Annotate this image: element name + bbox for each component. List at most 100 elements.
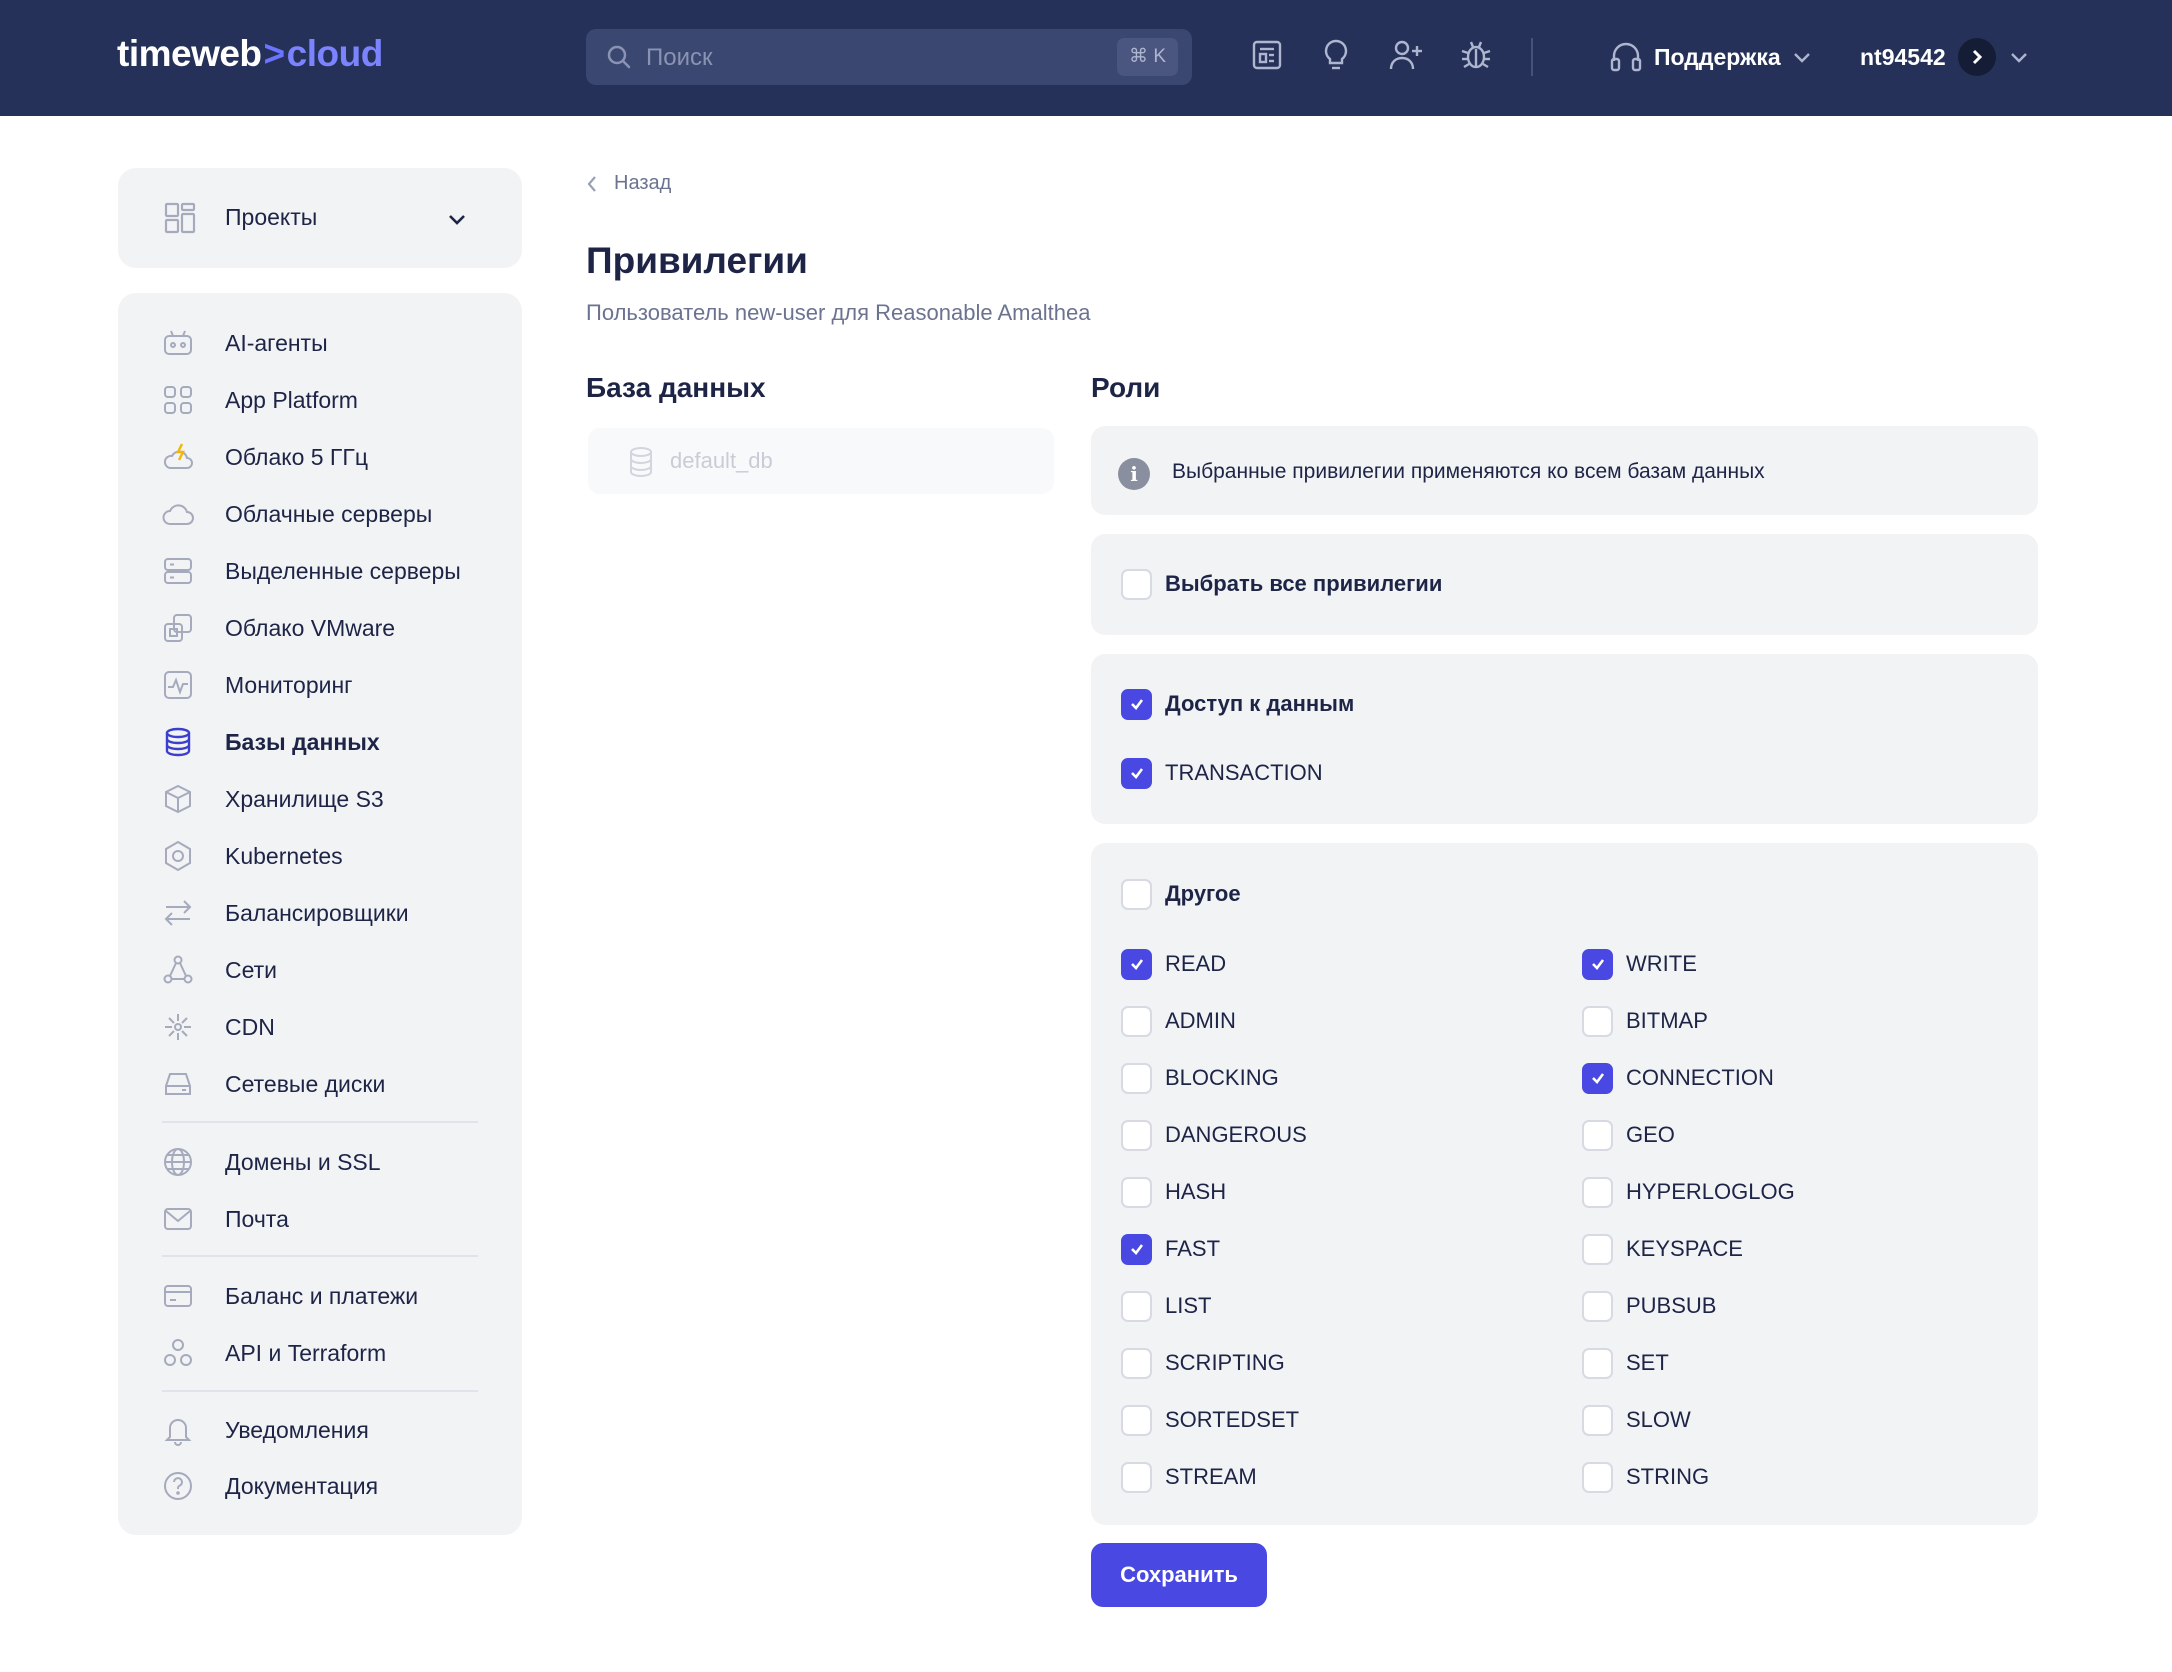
checkbox-box[interactable] [1121, 1005, 1152, 1037]
checkbox-box[interactable] [1121, 1347, 1152, 1379]
kubernetes-icon [162, 840, 194, 872]
role-checkbox-dangerous[interactable]: DANGEROUS [1121, 1118, 1307, 1152]
chevron-down-icon [1793, 53, 1810, 63]
checkbox-box[interactable] [1582, 948, 1613, 980]
role-checkbox-pubsub[interactable]: PUBSUB [1582, 1289, 1716, 1323]
role-checkbox-fast[interactable]: FAST [1121, 1232, 1220, 1266]
checkbox-box[interactable] [1121, 688, 1152, 720]
projects-dropdown[interactable]: Проекты [118, 168, 522, 268]
role-checkbox-read[interactable]: READ [1121, 947, 1226, 981]
sidebar-item-kubernetes[interactable]: Kubernetes [162, 836, 502, 876]
sidebar-item-ai-agents[interactable]: AI-агенты [162, 323, 502, 363]
role-checkbox-bitmap[interactable]: BITMAP [1582, 1004, 1708, 1038]
checkbox-box[interactable] [1121, 878, 1152, 910]
transaction-checkbox[interactable]: TRANSACTION [1121, 756, 1323, 790]
checkbox-box[interactable] [1121, 1461, 1152, 1493]
projects-label: Проекты [225, 204, 318, 230]
support-menu[interactable]: Поддержка [1608, 37, 1813, 77]
lightbulb-icon[interactable] [1318, 37, 1354, 73]
data-access-panel: Доступ к данным TRANSACTION [1091, 654, 2038, 824]
checkbox-box[interactable] [1582, 1062, 1613, 1094]
checkbox-box[interactable] [1121, 1404, 1152, 1436]
sidebar-item-app-platform[interactable]: App Platform [162, 380, 502, 420]
role-checkbox-hyperloglog[interactable]: HYPERLOGLOG [1582, 1175, 1795, 1209]
role-checkbox-connection[interactable]: CONNECTION [1582, 1061, 1774, 1095]
sidebar-item-networks[interactable]: Сети [162, 950, 502, 990]
checkbox-box[interactable] [1121, 1119, 1152, 1151]
role-checkbox-set[interactable]: SET [1582, 1346, 1669, 1380]
checkbox-box[interactable] [1582, 1461, 1613, 1493]
checkbox-box[interactable] [1121, 1233, 1152, 1265]
support-label: Поддержка [1654, 43, 1781, 70]
checkbox-box[interactable] [1121, 948, 1152, 980]
role-checkbox-slow[interactable]: SLOW [1582, 1403, 1691, 1437]
role-checkbox-scripting[interactable]: SCRIPTING [1121, 1346, 1285, 1380]
news-icon[interactable] [1249, 37, 1285, 73]
page-subtitle: Пользователь new-user для Reasonable Ama… [586, 300, 1091, 325]
sidebar-item-api[interactable]: API и Terraform [162, 1333, 502, 1373]
other-checkbox[interactable]: Другое [1121, 877, 1241, 911]
database-item[interactable]: default_db [588, 428, 1054, 494]
role-checkbox-geo[interactable]: GEO [1582, 1118, 1675, 1152]
checkbox-box[interactable] [1121, 1176, 1152, 1208]
checkbox-box[interactable] [1121, 1290, 1152, 1322]
help-icon [162, 1470, 194, 1502]
sidebar-item-mail[interactable]: Почта [162, 1199, 502, 1239]
checkbox-box[interactable] [1582, 1005, 1613, 1037]
checkbox-box[interactable] [1582, 1119, 1613, 1151]
save-button[interactable]: Сохранить [1091, 1543, 1267, 1607]
back-link[interactable]: Назад [586, 172, 671, 195]
sidebar-item-balancers[interactable]: Балансировщики [162, 893, 502, 933]
sidebar-item-network-disks[interactable]: Сетевые диски [162, 1064, 502, 1104]
search-input[interactable]: Поиск ⌘ K [586, 29, 1192, 85]
role-checkbox-blocking[interactable]: BLOCKING [1121, 1061, 1279, 1095]
roles-heading: Роли [1091, 372, 1161, 403]
role-checkbox-sortedset[interactable]: SORTEDSET [1121, 1403, 1299, 1437]
role-checkbox-admin[interactable]: ADMIN [1121, 1004, 1236, 1038]
database-name: default_db [670, 448, 773, 473]
bug-icon[interactable] [1458, 37, 1494, 73]
select-all-checkbox[interactable]: Выбрать все привилегии [1121, 567, 1442, 601]
role-checkbox-keyspace[interactable]: KEYSPACE [1582, 1232, 1743, 1266]
checkbox-box[interactable] [1121, 568, 1152, 600]
header-divider [1531, 38, 1533, 76]
checkbox-box[interactable] [1121, 1062, 1152, 1094]
sidebar-item-cloud-servers[interactable]: Облачные серверы [162, 494, 502, 534]
user-menu[interactable]: nt94542 [1860, 37, 2030, 77]
sidebar-item-monitoring[interactable]: Мониторинг [162, 665, 502, 705]
checkbox-box[interactable] [1582, 1233, 1613, 1265]
checkbox-box[interactable] [1582, 1176, 1613, 1208]
role-checkbox-list[interactable]: LIST [1121, 1289, 1211, 1323]
role-checkbox-hash[interactable]: HASH [1121, 1175, 1226, 1209]
data-access-checkbox[interactable]: Доступ к данным [1121, 687, 1354, 721]
sidebar-divider [162, 1390, 478, 1392]
logo[interactable]: timeweb>cloud [117, 33, 383, 75]
sidebar-divider [162, 1121, 478, 1123]
checkbox-box[interactable] [1582, 1347, 1613, 1379]
sidebar-item-vmware[interactable]: Облако VMware [162, 608, 502, 648]
sidebar-item-billing[interactable]: Баланс и платежи [162, 1276, 502, 1316]
account-arrow-icon[interactable] [1957, 38, 1996, 76]
sidebar-item-domains[interactable]: Домены и SSL [162, 1142, 502, 1182]
sidebar-item-cloud-5ghz[interactable]: Облако 5 ГГц [162, 437, 502, 477]
database-icon [630, 447, 652, 478]
server-icon [162, 555, 194, 587]
checkbox-box[interactable] [1582, 1290, 1613, 1322]
checkbox-box[interactable] [1582, 1404, 1613, 1436]
role-checkbox-string[interactable]: STRING [1582, 1460, 1709, 1494]
chevron-down-icon [449, 215, 465, 225]
sidebar-item-databases[interactable]: Базы данных [162, 722, 502, 762]
add-user-icon[interactable] [1388, 37, 1424, 73]
sidebar-item-dedicated-servers[interactable]: Выделенные серверы [162, 551, 502, 591]
role-checkbox-write[interactable]: WRITE [1582, 947, 1697, 981]
select-all-panel: Выбрать все привилегии [1091, 534, 2038, 635]
sidebar-item-s3[interactable]: Хранилище S3 [162, 779, 502, 819]
bell-icon [162, 1414, 194, 1446]
sidebar-item-docs[interactable]: Документация [162, 1466, 502, 1506]
sidebar-item-notifications[interactable]: Уведомления [162, 1410, 502, 1450]
disk-icon [162, 1068, 194, 1100]
sidebar-item-cdn[interactable]: CDN [162, 1007, 502, 1047]
role-checkbox-stream[interactable]: STREAM [1121, 1460, 1257, 1494]
top-bar: timeweb>cloud Поиск ⌘ K Поддержка nt9454… [0, 0, 2172, 116]
checkbox-box[interactable] [1121, 757, 1152, 789]
